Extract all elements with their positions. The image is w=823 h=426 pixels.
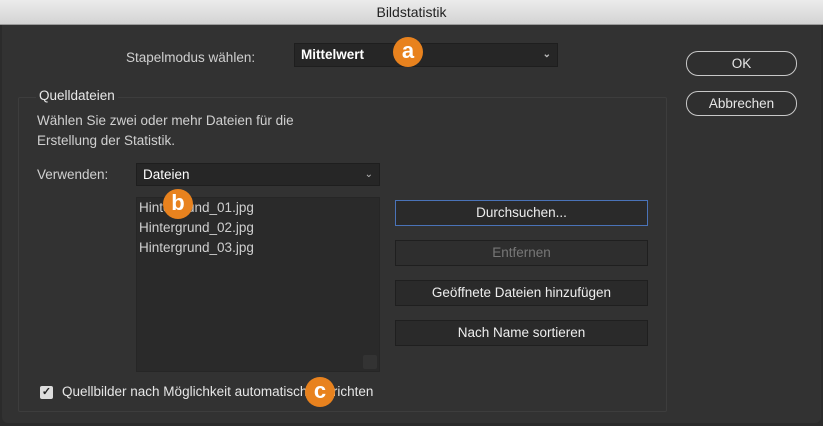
annotation-badge-c: c — [305, 377, 335, 407]
stack-mode-label: Stapelmodus wählen: — [126, 50, 256, 65]
file-list[interactable]: Hintergrund_01.jpg Hintergrund_02.jpg Hi… — [136, 197, 380, 372]
ok-button[interactable]: OK — [686, 51, 797, 76]
use-label: Verwenden: — [37, 167, 109, 182]
sort-by-name-button[interactable]: Nach Name sortieren — [395, 320, 648, 346]
chevron-down-icon: ⌄ — [364, 169, 373, 180]
use-value: Dateien — [143, 167, 190, 182]
auto-align-checkbox[interactable]: ✓ — [40, 386, 53, 399]
add-open-files-button[interactable]: Geöffnete Dateien hinzufügen — [395, 280, 648, 306]
annotation-badge-a: a — [393, 37, 423, 67]
annotation-badge-b: b — [163, 189, 193, 219]
chevron-down-icon: ⌄ — [542, 49, 551, 60]
resize-handle[interactable] — [363, 355, 377, 369]
list-item[interactable]: Hintergrund_03.jpg — [137, 238, 379, 258]
cancel-button[interactable]: Abbrechen — [686, 91, 797, 116]
description-line-2: Erstellung der Statistik. — [37, 133, 176, 148]
browse-button[interactable]: Durchsuchen... — [395, 200, 648, 226]
stack-mode-select[interactable]: Mittelwert ⌄ — [294, 43, 558, 67]
list-item[interactable]: Hintergrund_02.jpg — [137, 218, 379, 238]
stack-mode-value: Mittelwert — [301, 47, 365, 62]
source-files-label: Quelldateien — [36, 88, 118, 103]
window-title: Bildstatistik — [0, 0, 823, 25]
remove-button[interactable]: Entfernen — [395, 240, 648, 266]
description-line-1: Wählen Sie zwei oder mehr Dateien für di… — [37, 113, 294, 128]
use-select[interactable]: Dateien ⌄ — [136, 163, 380, 186]
